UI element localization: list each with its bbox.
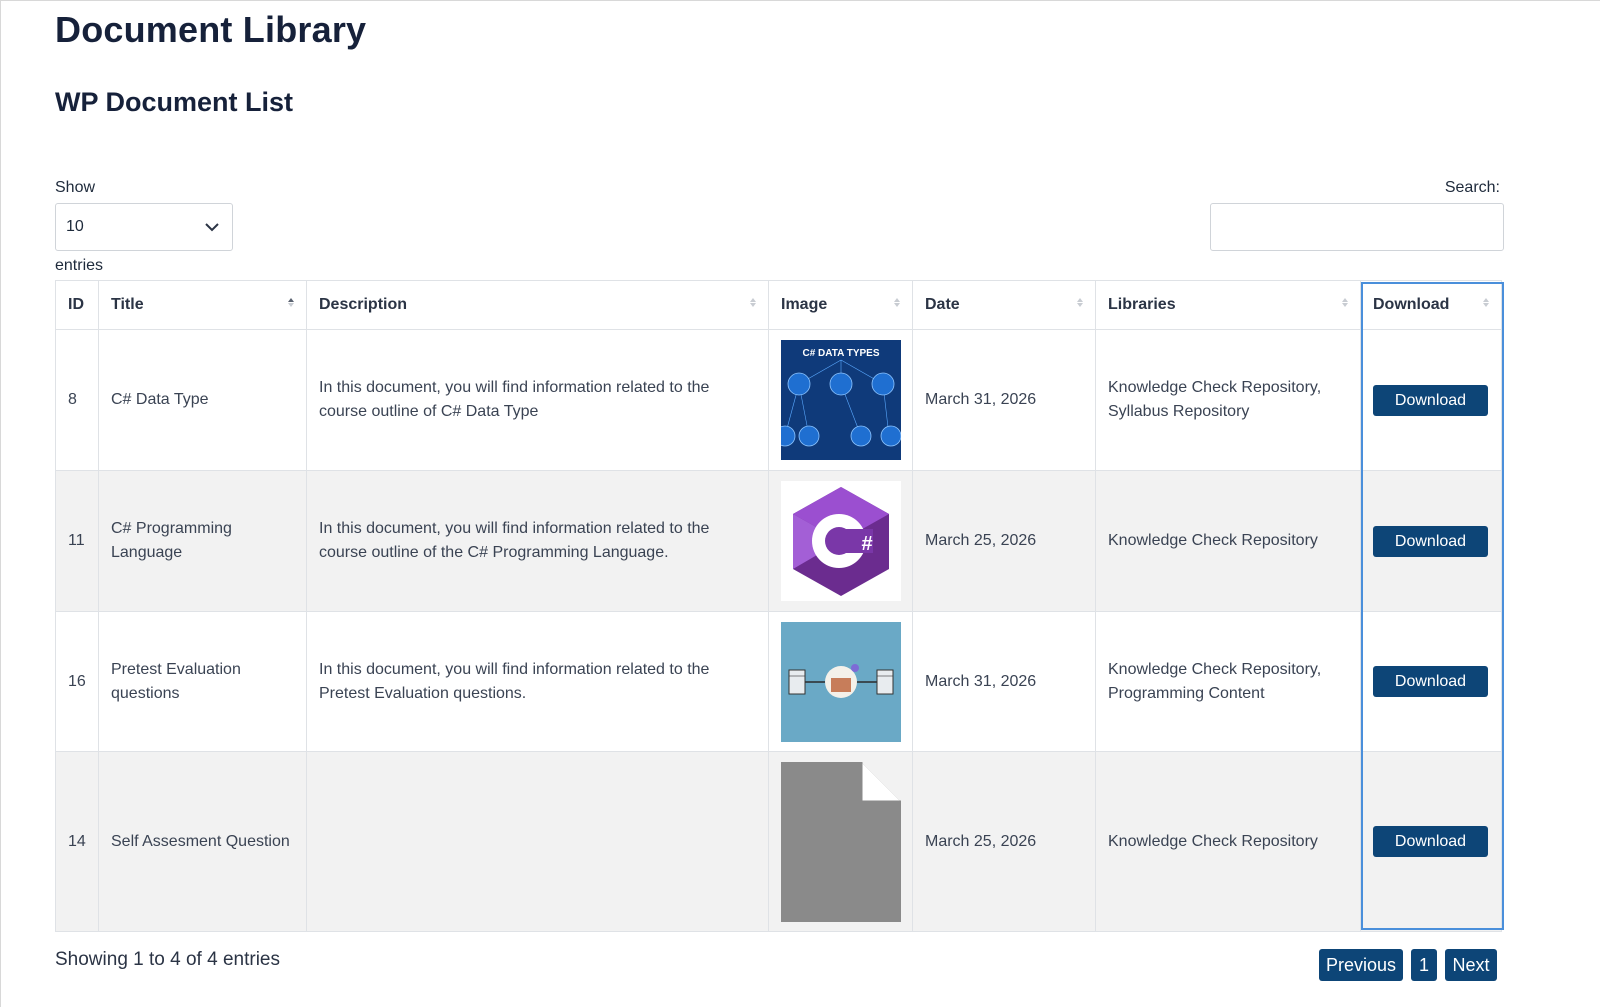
sort-icon [1483, 297, 1489, 313]
sort-icon [750, 297, 756, 313]
chevron-down-icon [205, 223, 219, 232]
cell-id: 8 [55, 329, 99, 471]
cell-date: March 31, 2026 [912, 611, 1096, 752]
cell-id: 11 [55, 470, 99, 612]
section-title: WP Document List [55, 87, 294, 117]
cell-libraries: Knowledge Check Repository, Programming … [1095, 611, 1361, 752]
entries-label: entries [55, 257, 104, 274]
generic-file-icon [781, 761, 901, 922]
next-button[interactable]: Next [1445, 949, 1497, 981]
cell-download: Download [1360, 470, 1502, 612]
column-header-download[interactable]: Download [1360, 280, 1502, 330]
cell-title: C# Programming Language [98, 470, 307, 612]
cell-image: C# DATA TYPES [768, 329, 913, 471]
cell-libraries: Knowledge Check Repository [1095, 751, 1361, 932]
search-label: Search: [1444, 179, 1500, 196]
download-button[interactable]: Download [1373, 666, 1488, 697]
cell-title: Pretest Evaluation questions [98, 611, 307, 752]
svg-text:#: # [861, 533, 872, 555]
cell-description: In this document, you will find informat… [306, 611, 769, 752]
page-size-value: 10 [66, 218, 84, 235]
column-header-id[interactable]: ID [55, 280, 99, 330]
cell-description: In this document, you will find informat… [306, 470, 769, 612]
column-header-description[interactable]: Description [306, 280, 769, 330]
sort-icon [894, 297, 900, 313]
previous-button[interactable]: Previous [1319, 949, 1403, 981]
cell-id: 16 [55, 611, 99, 752]
cell-download: Download [1360, 751, 1502, 932]
cell-download: Download [1360, 611, 1502, 752]
cell-libraries: Knowledge Check Repository [1095, 470, 1361, 612]
sort-icon [1077, 297, 1083, 313]
cell-title: Self Assesment Question [98, 751, 307, 932]
download-button[interactable]: Download [1373, 525, 1488, 557]
cell-id: 14 [55, 751, 99, 932]
cell-libraries: Knowledge Check Repository, Syllabus Rep… [1095, 329, 1361, 471]
download-button[interactable]: Download [1373, 384, 1488, 416]
table-row: 8 C# Data Type In this document, you wil… [55, 329, 1502, 471]
svg-text:C# DATA TYPES: C# DATA TYPES [802, 348, 879, 359]
page-1-button[interactable]: 1 [1411, 949, 1437, 981]
table-row: 14 Self Assesment Question March 25, 202… [55, 751, 1502, 932]
cell-date: March 25, 2026 [912, 751, 1096, 932]
column-header-title[interactable]: Title [98, 280, 307, 330]
csharp-logo-icon: # [781, 481, 901, 601]
cell-download: Download [1360, 329, 1502, 471]
cell-title: C# Data Type [98, 329, 307, 471]
column-header-libraries[interactable]: Libraries [1095, 280, 1361, 330]
search-input[interactable] [1210, 203, 1504, 251]
table-info: Showing 1 to 4 of 4 entries [55, 949, 280, 970]
page-size-select[interactable]: 10 [55, 203, 233, 251]
sort-icon [288, 297, 294, 313]
table-header-row: ID Title Description Image Date Librarie… [55, 280, 1502, 330]
cell-image [768, 611, 913, 752]
cell-date: March 25, 2026 [912, 470, 1096, 612]
cell-description: In this document, you will find informat… [306, 329, 769, 471]
cell-description [306, 751, 769, 932]
table-row: 11 C# Programming Language In this docum… [55, 470, 1502, 612]
pagination: Previous 1 Next [1319, 949, 1497, 981]
show-label: Show [55, 179, 96, 196]
csharp-data-types-diagram-icon: C# DATA TYPES [781, 340, 901, 460]
column-header-image[interactable]: Image [768, 280, 913, 330]
cell-date: March 31, 2026 [912, 329, 1096, 471]
cell-image: # [768, 470, 913, 612]
sort-icon [1342, 297, 1348, 313]
column-header-date[interactable]: Date [912, 280, 1096, 330]
download-button[interactable]: Download [1373, 826, 1488, 857]
documents-table: ID Title Description Image Date Librarie… [55, 280, 1502, 932]
cell-image [768, 751, 913, 932]
pretest-illustration-icon [781, 621, 901, 742]
page-title: Document Library [55, 9, 367, 50]
table-row: 16 Pretest Evaluation questions In this … [55, 611, 1502, 752]
